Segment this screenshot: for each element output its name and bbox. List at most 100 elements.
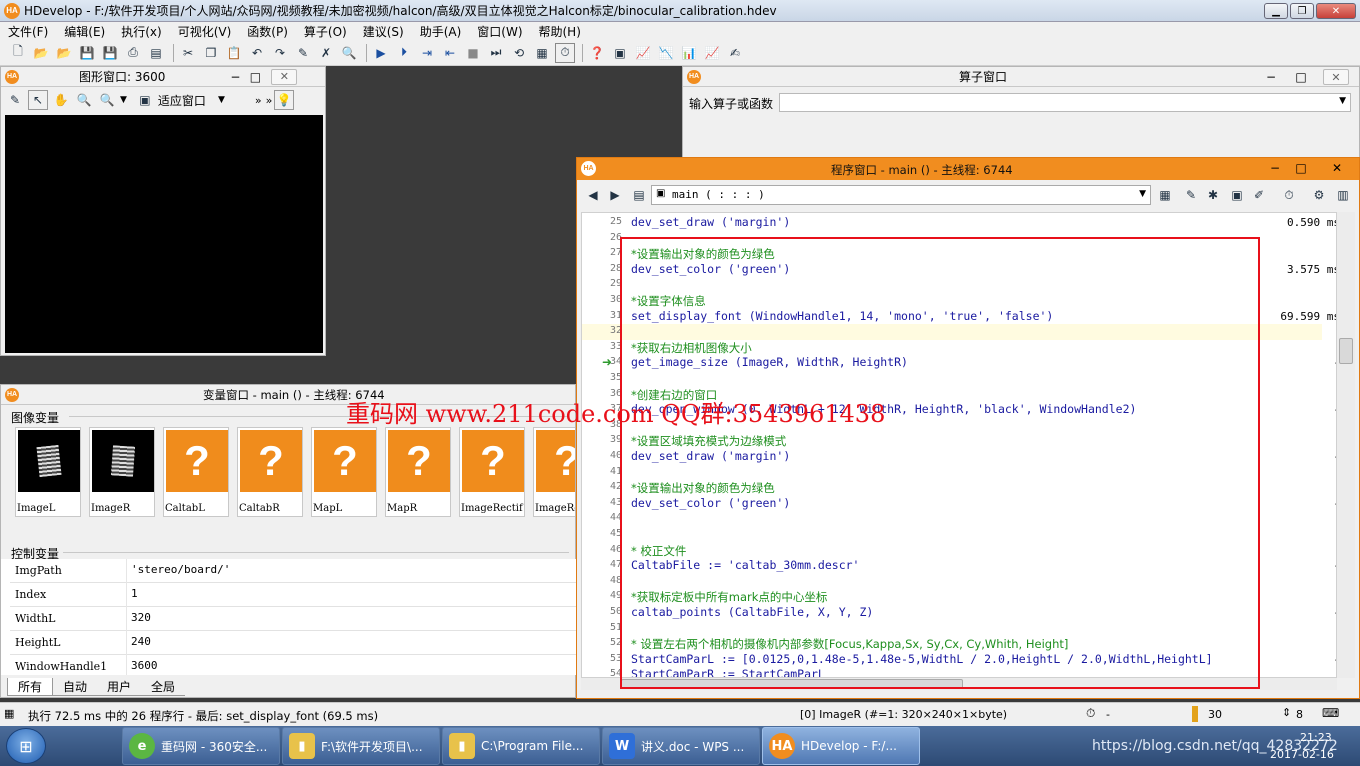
cut-icon[interactable]: ✂ — [178, 43, 198, 63]
step-over-icon[interactable]: ⇥ — [417, 43, 437, 63]
ocr-icon[interactable]: ✍ — [725, 43, 745, 63]
inspect-icon[interactable]: 📈 — [702, 43, 722, 63]
menu-suggestions[interactable]: 建议(S) — [355, 23, 412, 40]
panel-maximize-button[interactable]: □ — [1293, 70, 1309, 84]
zoom-menu-icon[interactable]: 🔍 — [97, 90, 117, 110]
find-icon[interactable]: 🔍 — [339, 43, 359, 63]
zoom-icon[interactable]: 🔍 — [74, 90, 94, 110]
control-var-row[interactable]: WidthL 320 — [10, 607, 576, 631]
paste-icon[interactable]: 📋 — [224, 43, 244, 63]
iconic-var-mapr[interactable]: ? MapR — [385, 427, 451, 517]
menu-file[interactable]: 文件(F) — [0, 23, 56, 40]
taskbar-item-hdevelop[interactable]: HA HDevelop - F:/... — [762, 727, 920, 765]
calendar-icon[interactable]: ▦ — [1155, 185, 1175, 205]
more-tools-icon[interactable]: » — [266, 94, 273, 107]
save-icon[interactable]: 💾 — [77, 43, 97, 63]
step-forward-icon[interactable]: ⏭ — [486, 43, 506, 63]
menu-visualize[interactable]: 可视化(V) — [170, 23, 240, 40]
panel-maximize-button[interactable]: □ — [247, 70, 263, 84]
light-icon[interactable]: 💡 — [274, 90, 295, 110]
window-minimize-button[interactable]: ▁ — [1264, 3, 1288, 19]
iconic-var-imager[interactable]: ImageR — [89, 427, 155, 517]
undo-icon[interactable]: ↶ — [247, 43, 267, 63]
menu-edit[interactable]: 编辑(E) — [56, 23, 113, 40]
profiler-icon[interactable]: ⏱ — [555, 42, 575, 63]
pan-hand-icon[interactable]: ✋ — [51, 90, 71, 110]
panel-close-button[interactable]: ✕ — [271, 68, 298, 85]
window-close-button[interactable]: ✕ — [1316, 3, 1356, 19]
taskbar-item-wps[interactable]: W 讲义.doc - WPS ... — [602, 727, 760, 765]
taskbar-item-explorer1[interactable]: ▮ F:\软件开发项目\... — [282, 727, 440, 765]
graphics-canvas[interactable] — [5, 115, 323, 353]
tab-auto[interactable]: 自动 — [53, 678, 98, 696]
open-file-icon[interactable]: 📂 — [31, 43, 51, 63]
chevron-down-icon[interactable]: ▼ — [218, 95, 225, 105]
taskbar-item-explorer2[interactable]: ▮ C:\Program File... — [442, 727, 600, 765]
procedure-icon[interactable]: ▤ — [629, 185, 649, 205]
iconic-var-imagere[interactable]: ? ImageRe — [533, 427, 575, 517]
chevron-down-icon[interactable]: ▼ — [120, 95, 127, 105]
panel-minimize-button[interactable]: − — [1267, 161, 1283, 175]
tab-global[interactable]: 全局 — [141, 678, 186, 696]
procedure-select[interactable]: main ( : : : ) ▣ ▼ — [651, 185, 1151, 205]
panel-close-button[interactable]: ✕ — [1329, 161, 1345, 175]
stop-icon[interactable]: ■ — [463, 43, 483, 63]
start-button-icon[interactable]: ⊞ — [6, 728, 46, 764]
help-icon[interactable]: ❓ — [587, 43, 607, 63]
back-arrow-icon[interactable]: ◀ — [583, 185, 603, 205]
chevron-down-icon[interactable]: ▼ — [1139, 189, 1146, 199]
settings-icon[interactable]: ⚙ — [1309, 185, 1329, 205]
pointer-icon[interactable]: ↖ — [28, 90, 48, 110]
menu-window[interactable]: 窗口(W) — [469, 23, 530, 40]
more-tools-icon[interactable]: » — [255, 94, 262, 107]
forward-arrow-icon[interactable]: ▶ — [605, 185, 625, 205]
columns-icon[interactable]: ▥ — [1333, 185, 1353, 205]
window-maximize-button[interactable]: ❐ — [1290, 3, 1314, 19]
taskbar-item-browser[interactable]: e 重码网 - 360安全... — [122, 727, 280, 765]
control-var-row[interactable]: ImgPath 'stereo/board/' — [10, 559, 576, 583]
scrollbar-thumb[interactable] — [1339, 338, 1353, 364]
copy-icon[interactable]: ❐ — [201, 43, 221, 63]
open-recent-icon[interactable]: 📂 — [54, 43, 74, 63]
menu-execute[interactable]: 执行(x) — [113, 23, 169, 40]
chevron-down-icon[interactable]: ▼ — [1339, 96, 1346, 106]
menu-operators[interactable]: 算子(O) — [296, 23, 355, 40]
run-to-cursor-icon[interactable]: ⏵ — [394, 43, 414, 63]
save-as-icon[interactable]: 💾 — [100, 43, 120, 63]
image-window-icon[interactable]: ▣ — [610, 43, 630, 63]
fit-window-icon[interactable]: ▣ — [135, 90, 155, 110]
line-profile-icon[interactable]: 📉 — [656, 43, 676, 63]
panel-minimize-button[interactable]: − — [227, 70, 243, 84]
iconic-var-caltabr[interactable]: ? CaltabR — [237, 427, 303, 517]
timer-icon[interactable]: ⏱ — [1279, 185, 1299, 205]
iconic-var-mapl[interactable]: ? MapL — [311, 427, 377, 517]
new-file-icon[interactable]: 🗋 — [8, 43, 28, 63]
tab-user[interactable]: 用户 — [97, 678, 142, 696]
redo-icon[interactable]: ↷ — [270, 43, 290, 63]
draw-icon[interactable]: ✎ — [5, 90, 25, 110]
fit-window-button[interactable]: 适应窗口 — [158, 92, 206, 109]
step-into-icon[interactable]: ⇤ — [440, 43, 460, 63]
menu-assistants[interactable]: 助手(A) — [412, 23, 470, 40]
feature-histogram-icon[interactable]: 📊 — [679, 43, 699, 63]
print-icon[interactable]: ⎙ — [123, 43, 143, 63]
menu-help[interactable]: 帮助(H) — [531, 23, 589, 40]
delete-line-icon[interactable]: ✗ — [316, 43, 336, 63]
insert-icon[interactable]: ✱ — [1203, 185, 1223, 205]
reset-program-icon[interactable]: ⟲ — [509, 43, 529, 63]
edit-procedure-icon[interactable]: ✎ — [1181, 185, 1201, 205]
properties-icon[interactable]: ▤ — [146, 43, 166, 63]
print-preview-icon[interactable]: ▣ — [1227, 185, 1247, 205]
control-var-row[interactable]: Index 1 — [10, 583, 576, 607]
panel-minimize-button[interactable]: − — [1263, 70, 1279, 84]
operator-input[interactable]: ▼ — [779, 93, 1351, 112]
assistant-icon[interactable]: ✐ — [1249, 185, 1269, 205]
vertical-scrollbar[interactable] — [1337, 212, 1355, 678]
breakpoint-icon[interactable]: ▦ — [532, 43, 552, 63]
edit-program-icon[interactable]: ✎ — [293, 43, 313, 63]
panel-close-button[interactable]: ✕ — [1323, 69, 1349, 85]
iconic-var-caltabl[interactable]: ? CaltabL — [163, 427, 229, 517]
control-var-row[interactable]: WindowHandle1 3600 — [10, 655, 576, 675]
iconic-var-imagerectif[interactable]: ? ImageRectif — [459, 427, 525, 517]
panel-maximize-button[interactable]: □ — [1293, 161, 1309, 175]
